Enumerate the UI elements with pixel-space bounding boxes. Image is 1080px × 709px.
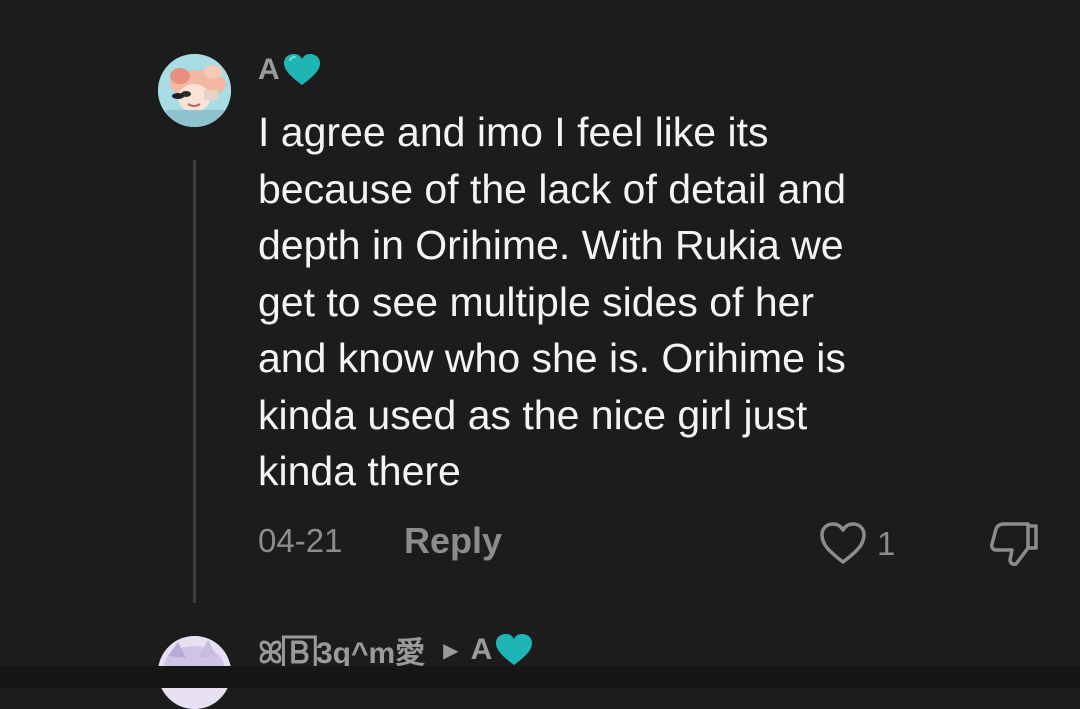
reply-arrow-icon: ▶ xyxy=(443,639,459,662)
dislike-button[interactable] xyxy=(986,518,1042,568)
thumbs-down-icon xyxy=(990,522,1038,566)
teal-heart-icon xyxy=(496,634,533,665)
commenter-avatar[interactable] xyxy=(158,54,231,127)
reply-button[interactable]: Reply xyxy=(404,520,502,562)
comment-username[interactable]: A xyxy=(258,52,322,88)
heart-outline-icon xyxy=(820,522,866,564)
like-count: 1 xyxy=(877,525,896,562)
username-text: A xyxy=(258,53,280,86)
comment-text: I agree and imo I feel like its because … xyxy=(258,109,847,494)
comment-date: 04-21 xyxy=(258,522,343,559)
reply-to-username[interactable]: A xyxy=(471,633,493,667)
avatar-image xyxy=(158,54,231,127)
like-button[interactable] xyxy=(818,520,868,568)
thread-line xyxy=(193,160,196,603)
bottom-bar xyxy=(0,666,1080,688)
teal-heart-icon xyxy=(283,54,320,85)
comment-item: A I agree and imo I feel like its becaus… xyxy=(0,0,1080,610)
